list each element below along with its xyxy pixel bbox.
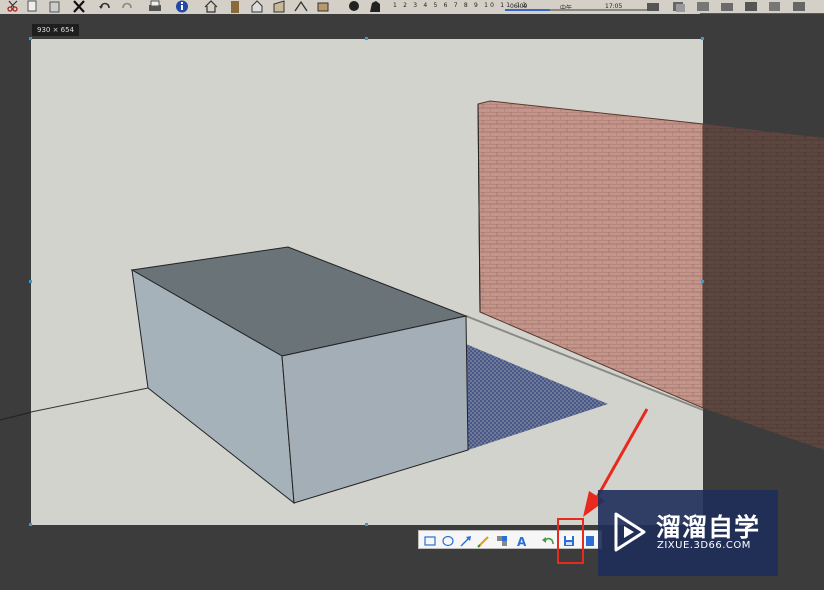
selection-handle-right[interactable]: [701, 280, 704, 283]
material-icon[interactable]: [672, 0, 686, 13]
svg-text:A: A: [517, 535, 527, 548]
left-view-icon[interactable]: [316, 0, 330, 13]
selection-handle-bottom-left[interactable]: [29, 523, 32, 526]
top-toolbar: 1 2 3 4 5 6 7 8 9 10 11 12 06:09 中午 17:0…: [0, 0, 824, 15]
front-view-icon[interactable]: [250, 0, 264, 13]
arrow-icon[interactable]: [459, 533, 473, 547]
time-slider[interactable]: [505, 9, 655, 11]
outliner-icon[interactable]: [768, 0, 782, 13]
selection-handle-top-right[interactable]: [701, 37, 704, 40]
door-icon[interactable]: [228, 0, 242, 13]
pencil-icon[interactable]: [477, 533, 491, 548]
copy-icon[interactable]: [583, 533, 597, 547]
redo-icon[interactable]: [120, 0, 134, 13]
scene-numbers[interactable]: 1 2 3 4 5 6 7 8 9 10 11 12: [393, 2, 528, 9]
scenes-icon[interactable]: [744, 0, 758, 13]
delete-icon[interactable]: [72, 0, 86, 13]
mosaic-icon[interactable]: [495, 533, 509, 547]
shadow-icon[interactable]: [348, 0, 362, 13]
entity-info-icon[interactable]: [792, 0, 806, 13]
selection-handle-top[interactable]: [365, 37, 368, 40]
text-icon[interactable]: A: [515, 533, 529, 549]
time-slider-fill: [505, 9, 550, 11]
red-highlight-box: [557, 518, 584, 564]
selection-handle-bottom[interactable]: [365, 523, 368, 526]
ellipse-icon[interactable]: [441, 533, 455, 547]
wall-dimmed: [703, 124, 824, 450]
right-view-icon[interactable]: [272, 0, 286, 13]
fog-icon[interactable]: [368, 0, 382, 13]
copy-icon[interactable]: [26, 0, 40, 13]
selection-size-label: 930 × 654: [32, 24, 80, 36]
component-icon[interactable]: [646, 0, 660, 13]
back-view-icon[interactable]: [294, 0, 308, 13]
rectangle-icon[interactable]: [423, 533, 437, 547]
watermark-logo: [614, 512, 646, 552]
selection-handle-left[interactable]: [29, 280, 32, 283]
watermark-url: ZIXUE.3D66.COM: [657, 540, 751, 551]
layer-icon[interactable]: [720, 0, 734, 13]
model-info-icon[interactable]: [175, 0, 189, 13]
paste-icon[interactable]: [48, 0, 62, 13]
house-icon[interactable]: [204, 0, 218, 13]
style-icon[interactable]: [696, 0, 710, 13]
watermark: 溜溜自学 ZIXUE.3D66.COM: [598, 490, 778, 576]
selection-handle-top-left[interactable]: [29, 37, 32, 40]
watermark-title: 溜溜自学: [656, 513, 761, 542]
undo-icon[interactable]: [98, 0, 112, 13]
scissors-icon[interactable]: [6, 0, 20, 13]
undo-icon[interactable]: [541, 533, 555, 547]
print-icon[interactable]: [148, 0, 162, 13]
